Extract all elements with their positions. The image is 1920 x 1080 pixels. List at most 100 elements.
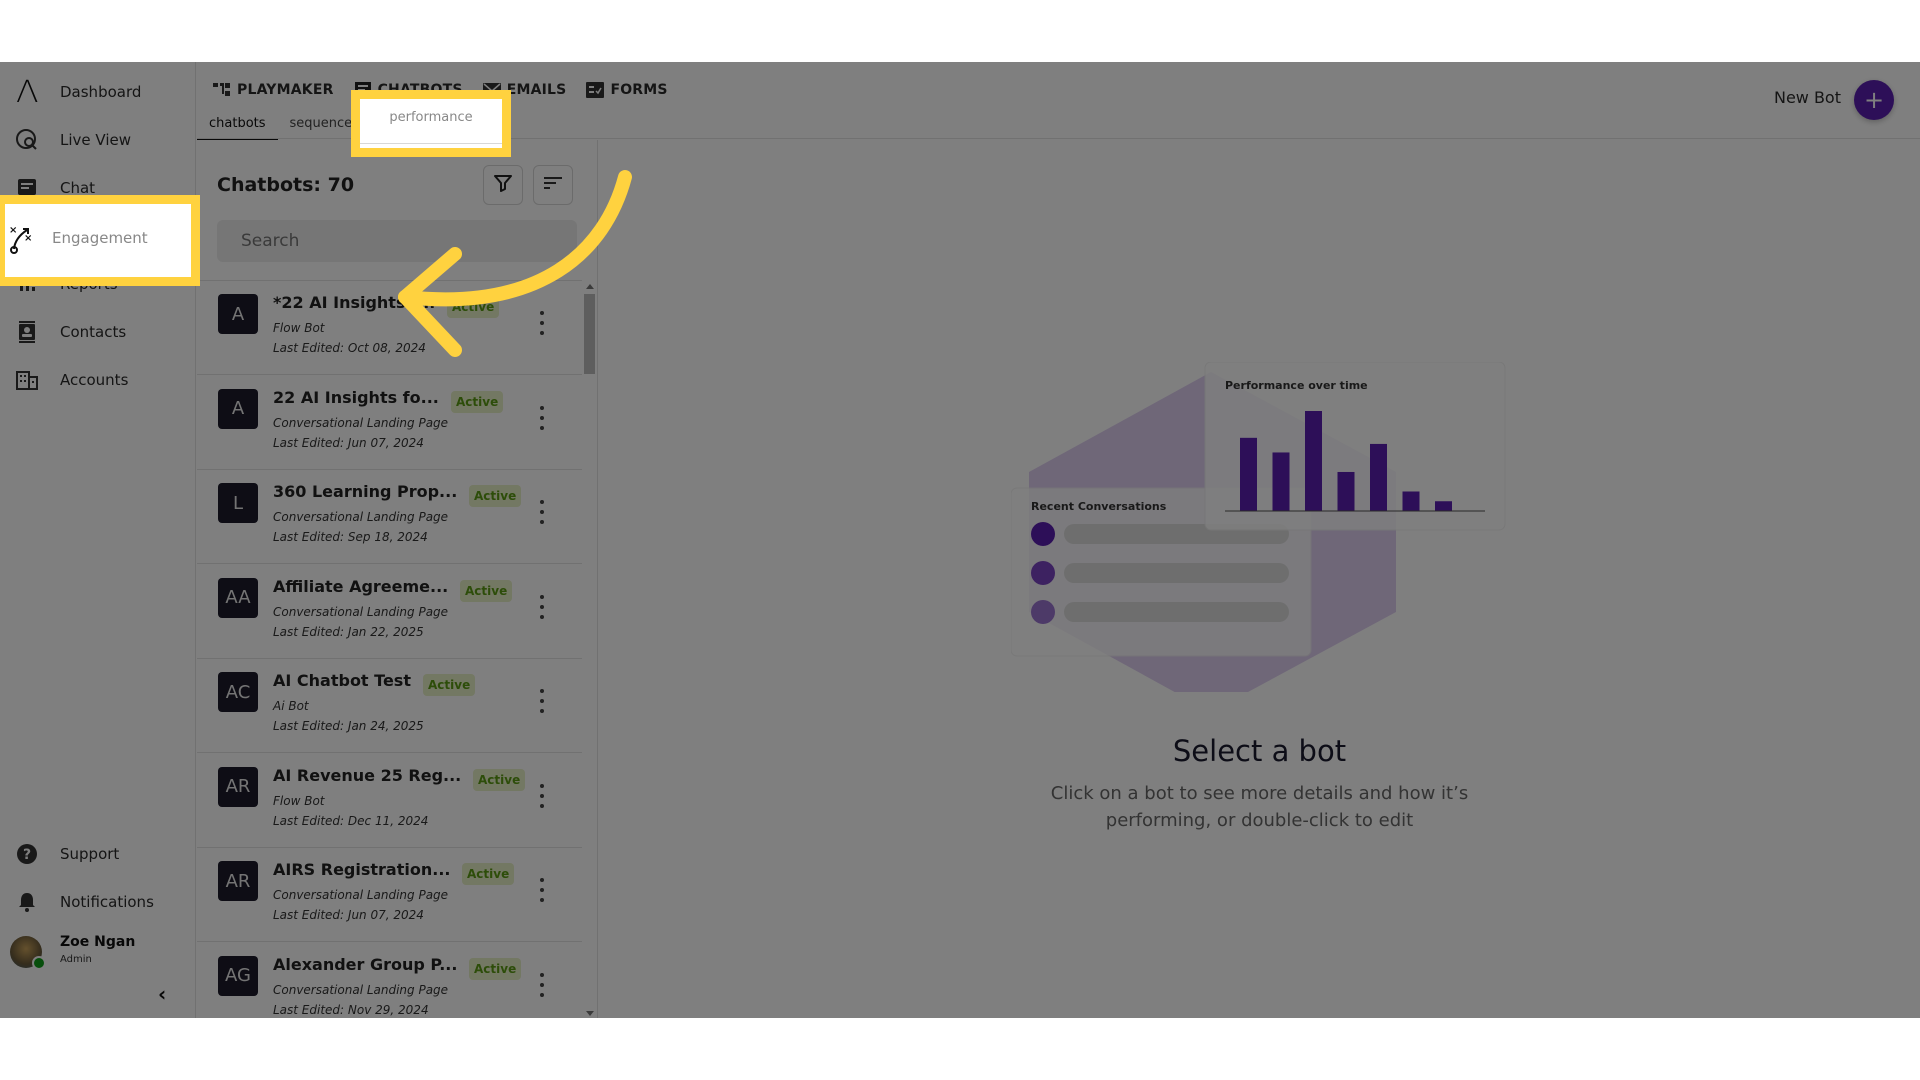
tab-underline	[360, 143, 502, 144]
tab-forms[interactable]: FORMS	[586, 82, 668, 98]
bot-initials-avatar: L	[218, 483, 258, 523]
sidebar-item-label: Support	[60, 845, 120, 863]
illustration-bar	[1337, 471, 1355, 511]
bot-type: Ai Bot	[273, 699, 309, 713]
chatbot-list-item[interactable]: AC AI Chatbot Test Active Ai Bot Last Edited…	[197, 659, 582, 753]
list-title: Chatbots: 70	[217, 174, 355, 196]
bot-type: Conversational Landing Page	[273, 982, 449, 997]
sort-icon	[543, 175, 563, 195]
bell-icon	[14, 889, 40, 915]
status-badge: Active	[451, 390, 504, 413]
last-edited: Last Edited: Jan 22, 2025	[273, 624, 424, 639]
user-profile[interactable]: Zoe Ngan Admin	[10, 932, 190, 976]
sidebar-item-label: Contacts	[60, 323, 127, 341]
last-edited: Last Edited: Jun 07, 2024	[273, 435, 424, 450]
chatbot-list-item[interactable]: AR AI Revenue 25 Reg... Active Flow Bot Last…	[197, 754, 582, 848]
bot-type: Conversational Landing Page	[273, 888, 449, 902]
highlight-engagement[interactable]: × × Engagement	[0, 195, 200, 286]
sidebar-item-label: Notifications	[60, 893, 154, 911]
accounts-icon	[14, 367, 40, 393]
engagement-icon: × ×	[9, 224, 35, 258]
sort-button[interactable]	[533, 165, 573, 205]
bot-name: 360 Learning Prop...	[273, 482, 458, 501]
chatbot-list-item[interactable]: A *22 AI Insights f... Active Flow Bot Last …	[197, 281, 582, 375]
status-badge: Active	[469, 485, 522, 507]
more-options-icon[interactable]	[537, 878, 547, 902]
illustration-bar	[1272, 452, 1290, 511]
search-input[interactable]	[217, 220, 577, 262]
status-badge: Active	[447, 296, 500, 318]
sidebar-item-contacts[interactable]: Contacts	[0, 312, 196, 352]
sidebar-item-accounts[interactable]: Accounts	[0, 360, 196, 400]
bot-type: Conversational Landing Page	[273, 415, 449, 430]
chatbot-list-item[interactable]: L 360 Learning Prop... Active Conversationa…	[197, 470, 582, 564]
chatbot-list-item[interactable]: A 22 AI Insights fo... Active Conversationa…	[197, 376, 582, 470]
chatbot-list-item[interactable]: AG Alexander Group P... Active Conversation…	[197, 943, 582, 1019]
bot-initials-avatar: AC	[218, 672, 258, 712]
more-options-icon[interactable]	[537, 689, 547, 713]
collapse-sidebar-button[interactable]: ‹	[158, 982, 166, 1006]
tab-label: PLAYMAKER	[237, 82, 334, 98]
illustration-bar	[1305, 411, 1322, 511]
scroll-up-arrow[interactable]	[586, 284, 594, 289]
more-options-icon[interactable]	[537, 405, 547, 430]
list-scrollbar[interactable]	[582, 280, 597, 1018]
empty-state-illustration: Recent Conversations Performance over ti…	[1011, 362, 1506, 692]
tab-playmaker[interactable]: PLAYMAKER	[213, 82, 334, 98]
sidebar-item-label: Accounts	[60, 371, 129, 389]
empty-state-description: Click on a bot to see more details and h…	[599, 780, 1920, 834]
online-status-dot	[32, 956, 46, 970]
status-badge: Active	[462, 863, 515, 885]
bot-initials-avatar: AR	[218, 766, 258, 807]
sidebar-item-support[interactable]: ? Support	[0, 834, 196, 874]
bot-name: Affiliate Agreeme...	[273, 576, 449, 596]
filter-button[interactable]	[483, 165, 523, 205]
illustration-bar	[1240, 437, 1257, 511]
bot-type: Flow Bot	[273, 321, 325, 335]
playmaker-icon	[213, 82, 231, 98]
last-edited: Last Edited: Dec 11, 2024	[273, 813, 429, 828]
more-options-icon[interactable]	[537, 500, 547, 524]
more-options-icon[interactable]	[537, 783, 547, 808]
svg-text:×: ×	[9, 225, 17, 236]
help-icon: ?	[14, 841, 40, 867]
new-bot-button[interactable]: +	[1854, 80, 1894, 120]
empty-state-line-1: Click on a bot to see more details and h…	[1050, 783, 1469, 804]
main-content: Recent Conversations Performance over ti…	[599, 140, 1920, 1018]
status-badge: Active	[423, 674, 476, 696]
highlight-performance-tab[interactable]: performance	[351, 90, 511, 157]
user-role: Admin	[60, 954, 92, 965]
performance-tab-label: performance	[389, 110, 473, 125]
chatbot-list: A *22 AI Insights f... Active Flow Bot Last …	[197, 280, 582, 1018]
more-options-icon[interactable]	[537, 972, 547, 997]
empty-state-line-2: performing, or double-click to edit	[1105, 810, 1414, 831]
forms-icon	[586, 82, 605, 98]
filter-icon	[493, 173, 513, 197]
bot-type: Flow Bot	[273, 793, 325, 808]
bot-initials-avatar: AA	[218, 577, 258, 618]
svg-text:×: ×	[24, 233, 32, 244]
conversation-placeholder-bar	[1064, 563, 1289, 583]
bot-name: Alexander Group P...	[273, 954, 458, 974]
illustration-bar	[1402, 491, 1420, 511]
scroll-thumb[interactable]	[584, 294, 595, 374]
chatbot-list-item[interactable]: AR AIRS Registration... Active Conversation…	[197, 848, 582, 942]
more-options-icon[interactable]	[537, 594, 547, 619]
more-options-icon[interactable]	[537, 311, 547, 335]
chatbot-list-item[interactable]: AA Affiliate Agreeme... Active Conversation…	[197, 565, 582, 659]
sidebar-item-live-view[interactable]: Live View	[0, 120, 196, 160]
status-badge: Active	[460, 579, 513, 602]
sidebar-item-notifications[interactable]: Notifications	[0, 882, 196, 922]
scroll-down-arrow[interactable]	[586, 1011, 594, 1016]
sidebar-item-dashboard[interactable]: Λ Dashboard	[0, 72, 196, 112]
bot-initials-avatar: AG	[218, 955, 258, 996]
app-screen: Λ Dashboard Live View Chat Engagement Re…	[0, 62, 1920, 1018]
bot-initials-avatar: AR	[218, 861, 258, 901]
conversation-avatar	[1031, 522, 1055, 546]
sub-tab-chatbots[interactable]: chatbots	[197, 112, 278, 141]
bot-initials-avatar: A	[218, 294, 258, 334]
logo-icon: Λ	[15, 74, 39, 110]
empty-state-title: Select a bot	[1172, 734, 1347, 768]
bot-name: AI Revenue 25 Reg...	[273, 765, 462, 785]
conversation-avatar	[1031, 561, 1055, 585]
